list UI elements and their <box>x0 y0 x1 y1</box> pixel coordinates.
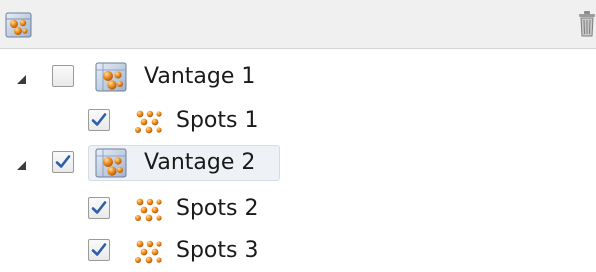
tree-item-vantage-1[interactable]: Vantage 1 <box>0 58 596 98</box>
checkbox-spots-3[interactable] <box>88 239 110 261</box>
tree-item-spots-1[interactable]: Spots 1 <box>0 102 596 142</box>
tree-item-spots-2[interactable]: Spots 2 <box>0 190 596 230</box>
checkbox-spots-1[interactable] <box>88 109 110 131</box>
toolbar <box>0 0 596 49</box>
tree-item-label: Spots 2 <box>176 196 259 221</box>
spots-icon <box>132 196 164 228</box>
tree-item-label: Vantage 1 <box>144 64 256 89</box>
vantage-icon <box>94 61 128 97</box>
vantage-icon <box>94 147 128 183</box>
tree-item-label: Vantage 2 <box>144 150 256 175</box>
tree-item-label: Spots 3 <box>176 238 259 263</box>
tree-item-label: Spots 1 <box>176 108 259 133</box>
spots-icon <box>132 108 164 140</box>
expand-arrow-icon[interactable] <box>14 71 28 85</box>
spots-icon <box>132 238 164 270</box>
checkbox-vantage-1[interactable] <box>52 65 74 87</box>
checkbox-spots-2[interactable] <box>88 197 110 219</box>
checkbox-vantage-2[interactable] <box>52 151 74 173</box>
tree-item-vantage-2[interactable]: Vantage 2 <box>0 144 596 184</box>
trash-icon[interactable] <box>578 10 596 38</box>
vantage-group-icon[interactable] <box>4 10 34 40</box>
tree-item-spots-3[interactable]: Spots 3 <box>0 232 596 272</box>
expand-arrow-icon[interactable] <box>14 157 28 171</box>
